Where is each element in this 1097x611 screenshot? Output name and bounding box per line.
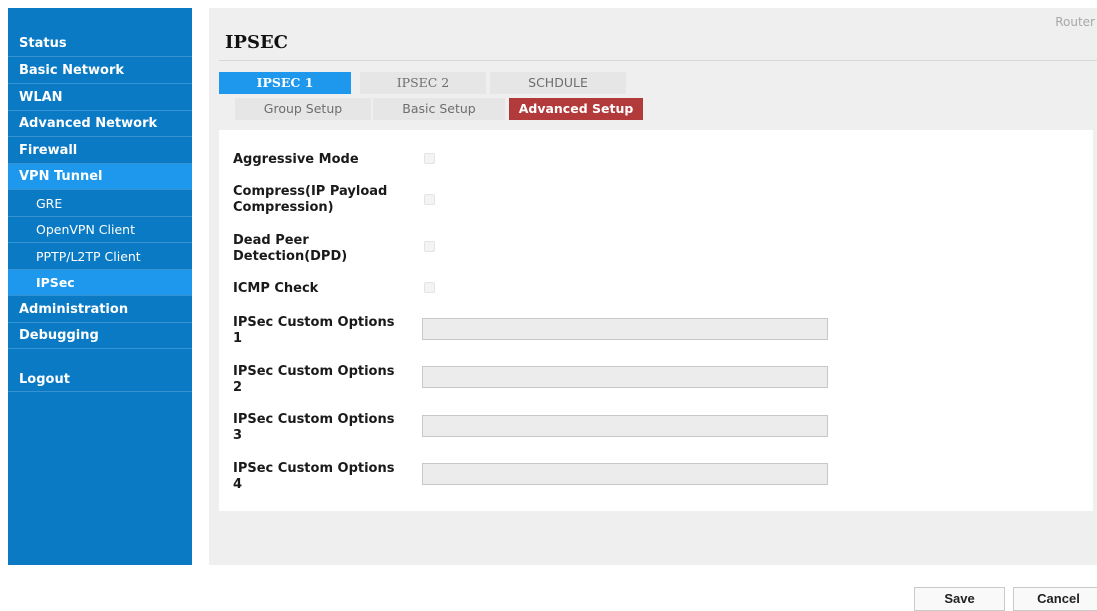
dpd-label: Dead Peer Detection(DPD) bbox=[233, 233, 348, 264]
tab-schedule[interactable]: SCHDULE bbox=[490, 72, 626, 94]
nav-basic-network[interactable]: Basic Network bbox=[8, 58, 192, 84]
custom-options-4-label: IPSec Custom Options 4 bbox=[233, 461, 395, 492]
title-divider bbox=[219, 60, 1097, 61]
compress-label: Compress(IP Payload Compression) bbox=[233, 184, 388, 215]
custom-options-2-label: IPSec Custom Options 2 bbox=[233, 364, 395, 395]
settings-panel: Aggressive Mode Compress(IP Payload Comp… bbox=[219, 130, 1093, 511]
subtab-advanced-setup[interactable]: Advanced Setup bbox=[509, 98, 643, 120]
icmp-check-label: ICMP Check bbox=[233, 281, 319, 296]
nav-status[interactable]: Status bbox=[8, 31, 192, 57]
custom-options-1-input[interactable] bbox=[422, 318, 828, 340]
nav-administration[interactable]: Administration bbox=[8, 297, 192, 323]
cancel-button[interactable]: Cancel bbox=[1013, 587, 1097, 611]
icmp-check-checkbox[interactable] bbox=[424, 282, 435, 293]
tab-ipsec-1[interactable]: IPSEC 1 bbox=[219, 72, 351, 94]
aggressive-mode-checkbox[interactable] bbox=[424, 153, 435, 164]
dpd-checkbox[interactable] bbox=[424, 241, 435, 252]
nav-pptp-l2tp-client[interactable]: PPTP/L2TP Client bbox=[8, 244, 192, 270]
nav-vpn-tunnel[interactable]: VPN Tunnel bbox=[8, 164, 192, 190]
save-button[interactable]: Save bbox=[914, 587, 1005, 611]
router-label: Router bbox=[1055, 15, 1095, 29]
page-title: IPSEC bbox=[225, 32, 288, 53]
nav-gre[interactable]: GRE bbox=[8, 191, 192, 217]
nav-advanced-network[interactable]: Advanced Network bbox=[8, 111, 192, 137]
subtab-group-setup[interactable]: Group Setup bbox=[235, 98, 371, 120]
nav-wlan[interactable]: WLAN bbox=[8, 85, 192, 111]
sidebar: Status Basic Network WLAN Advanced Netwo… bbox=[8, 8, 192, 565]
custom-options-4-input[interactable] bbox=[422, 463, 828, 485]
compress-checkbox[interactable] bbox=[424, 194, 435, 205]
nav-firewall[interactable]: Firewall bbox=[8, 138, 192, 164]
nav-ipsec[interactable]: IPSec bbox=[8, 270, 192, 296]
nav-logout[interactable]: Logout bbox=[8, 350, 192, 392]
custom-options-3-input[interactable] bbox=[422, 415, 828, 437]
nav-debugging[interactable]: Debugging bbox=[8, 323, 192, 349]
custom-options-2-input[interactable] bbox=[422, 366, 828, 388]
aggressive-mode-label: Aggressive Mode bbox=[233, 152, 359, 167]
main-content: Router IPSEC IPSEC 1 IPSEC 2 SCHDULE Gro… bbox=[209, 8, 1097, 565]
subtab-basic-setup[interactable]: Basic Setup bbox=[373, 98, 505, 120]
nav-openvpn-client[interactable]: OpenVPN Client bbox=[8, 217, 192, 243]
tab-ipsec-2[interactable]: IPSEC 2 bbox=[360, 72, 486, 94]
custom-options-3-label: IPSec Custom Options 3 bbox=[233, 412, 395, 443]
custom-options-1-label: IPSec Custom Options 1 bbox=[233, 315, 395, 346]
